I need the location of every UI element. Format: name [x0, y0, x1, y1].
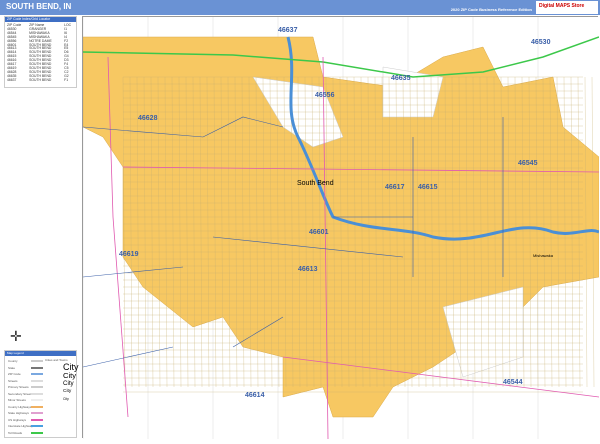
- city-label: South Bend: [297, 180, 334, 187]
- compass-icon: ✛: [10, 328, 22, 344]
- legend-swatch: [31, 373, 43, 375]
- map-canvas[interactable]: 46637 46530 46556 46635 46628 46545 4661…: [82, 16, 600, 440]
- legend-item: County Highways: [8, 404, 32, 409]
- table-cell: SOUTH BEND: [29, 77, 52, 82]
- legend-city-sample: City: [63, 397, 69, 401]
- legend-item: State Highways: [8, 411, 29, 415]
- table-cell: F1: [64, 77, 69, 82]
- zip-label: 46613: [298, 266, 318, 273]
- city-label: Mishawaka: [533, 253, 554, 258]
- map-title: SOUTH BEND, IN: [6, 2, 72, 11]
- legend-item: ZIP Code: [8, 372, 21, 376]
- table-cell: 46637: [7, 77, 17, 82]
- zip-label: 46530: [531, 39, 551, 46]
- legend-swatch: [31, 418, 43, 421]
- legend-swatch: [31, 412, 43, 414]
- table-row: 46637 SOUTH BEND F1: [7, 77, 75, 83]
- zip-index-title: ZIP Code Index/Grid Locator: [5, 17, 76, 22]
- zip-index-table: ZIP Code ZIP Name LOC 46530 GRANGER I1 46544 M…: [7, 23, 75, 83]
- legend-swatch: [31, 386, 43, 388]
- legend-item: Secondary Streets: [8, 391, 33, 396]
- legend-swatch: [31, 366, 43, 369]
- legend-item: US Highways: [8, 417, 27, 422]
- edition-label: 2020 ZIP Code Business Reference Edition: [450, 7, 532, 12]
- zip-label: 46619: [119, 251, 139, 258]
- zip-label: 46617: [385, 184, 405, 191]
- legend-city-sample: City: [63, 371, 77, 380]
- legend-item: Toll Roads: [8, 430, 23, 435]
- legend-swatch: [31, 425, 43, 427]
- zip-label: 46601: [309, 229, 329, 236]
- zip-label: 46556: [315, 92, 335, 99]
- legend-city-sample: City: [63, 389, 72, 394]
- legend-item: Minor Streets: [8, 398, 26, 402]
- zip-label: 46628: [138, 115, 158, 122]
- legend-swatch: [31, 392, 43, 395]
- legend-city-sample: City: [63, 362, 79, 372]
- map-svg: [82, 17, 600, 440]
- legend-item: State: [8, 365, 16, 370]
- legend-swatch: [31, 360, 43, 362]
- logo: Digital MAPS Store: [536, 1, 598, 14]
- zip-label: 46635: [391, 75, 411, 82]
- legend-city-sample: City: [63, 380, 74, 387]
- zip-label: 46615: [418, 184, 438, 191]
- legend-panel: Map Legend County State ZIP Code Streets Pri…: [4, 350, 79, 438]
- zip-label: 46544: [503, 379, 523, 386]
- zip-label: 46637: [278, 27, 298, 34]
- zip-label: 46545: [518, 160, 538, 167]
- legend-swatch: [31, 379, 43, 382]
- legend-swatch: [31, 405, 43, 408]
- legend-item: Streets: [8, 378, 18, 383]
- legend-swatch: [31, 431, 43, 434]
- legend-item: Primary Streets: [8, 385, 29, 389]
- legend-swatch: [31, 399, 43, 401]
- header-bar: SOUTH BEND, IN 2020 ZIP Code Business Re…: [0, 0, 600, 15]
- legend-item: County: [8, 359, 18, 363]
- zip-label: 46614: [245, 392, 265, 399]
- legend-title: Map Legend: [5, 351, 76, 356]
- zip-index-panel: ZIP Code Index/Grid Locator ZIP Code ZIP …: [4, 16, 77, 88]
